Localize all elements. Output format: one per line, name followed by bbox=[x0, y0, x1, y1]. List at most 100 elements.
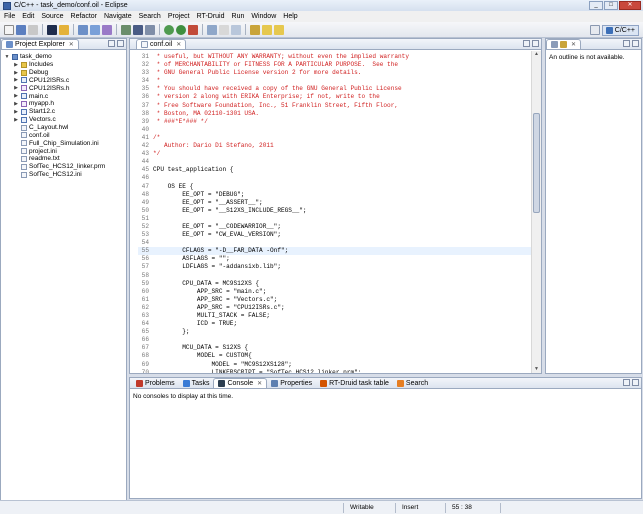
tab-console[interactable]: Console ✕ bbox=[213, 378, 268, 388]
open-perspective-icon[interactable] bbox=[589, 25, 600, 35]
code-line[interactable]: 58 bbox=[138, 272, 532, 280]
new-folder-icon[interactable] bbox=[90, 24, 100, 35]
code-line[interactable]: 32 * of MERCHANTABILITY or FITNESS FOR A… bbox=[138, 61, 532, 69]
search-icon[interactable] bbox=[133, 24, 143, 35]
code-line[interactable]: 66 bbox=[138, 336, 532, 344]
build-all-icon[interactable] bbox=[59, 24, 69, 35]
code-line[interactable]: 60 APP_SRC = "main.c"; bbox=[138, 288, 532, 296]
minimize-view-button[interactable] bbox=[108, 40, 115, 47]
code-line[interactable]: 64 ICD = TRUE; bbox=[138, 320, 532, 328]
tab-problems[interactable]: Problems bbox=[132, 378, 179, 388]
expand-arrow-icon[interactable]: ▶ bbox=[13, 70, 19, 76]
editor-scrollbar[interactable]: ▲ ▼ bbox=[531, 51, 541, 373]
expand-arrow-icon[interactable]: ▶ bbox=[13, 109, 19, 115]
code-line[interactable]: 41 /* bbox=[138, 134, 532, 142]
menu-edit[interactable]: Edit bbox=[22, 13, 34, 20]
scroll-up-icon[interactable]: ▲ bbox=[533, 51, 540, 58]
menu-file[interactable]: File bbox=[4, 13, 15, 20]
code-line[interactable]: 36 * version 2 along with ERIKA Enterpri… bbox=[138, 93, 532, 101]
code-line[interactable]: 68 MODEL = CUSTOM{ bbox=[138, 352, 532, 360]
code-line[interactable]: 50 EE_OPT = "__S12XS_INCLUDE_REGS__"; bbox=[138, 207, 532, 215]
code-line[interactable]: 53 EE_OPT = "CW_EVAL_VERSION"; bbox=[138, 231, 532, 239]
tab-project-explorer[interactable]: Project Explorer ✕ bbox=[1, 39, 79, 49]
toggle-block-icon[interactable] bbox=[231, 24, 241, 35]
minimize-view-button[interactable] bbox=[623, 379, 630, 386]
tree-item[interactable]: ▶ myapp.h bbox=[4, 100, 126, 108]
new-project-icon[interactable] bbox=[78, 24, 88, 35]
debug-icon[interactable] bbox=[164, 24, 174, 35]
tree-item[interactable]: ▼ task_demo bbox=[4, 53, 126, 61]
code-line[interactable]: 49 EE_OPT = "__ASSERT__"; bbox=[138, 199, 532, 207]
expand-arrow-icon[interactable]: ▶ bbox=[13, 77, 19, 83]
tree-item[interactable]: ▶ CPU12ISRs.c bbox=[4, 77, 126, 85]
tree-item[interactable]: Full_Chip_Simulation.ini bbox=[4, 139, 126, 147]
code-line[interactable]: 67 MCU_DATA = S12XS { bbox=[138, 344, 532, 352]
close-icon[interactable]: ✕ bbox=[69, 41, 74, 48]
code-line[interactable]: 48 EE_OPT = "DEBUG"; bbox=[138, 191, 532, 199]
code-line[interactable]: 61 APP_SRC = "Vectors.c"; bbox=[138, 296, 532, 304]
code-line[interactable]: 34 * bbox=[138, 77, 532, 85]
expand-arrow-icon[interactable]: ▶ bbox=[13, 117, 19, 123]
close-button[interactable]: ✕ bbox=[619, 1, 641, 10]
code-line[interactable]: 57 LDFLAGS = "-addansixb.lib"; bbox=[138, 263, 532, 271]
minimize-button[interactable]: _ bbox=[589, 1, 603, 10]
menu-rt-druid[interactable]: RT-Druid bbox=[197, 13, 225, 20]
editor-gutter[interactable] bbox=[130, 51, 138, 373]
menu-run[interactable]: Run bbox=[232, 13, 245, 20]
scroll-down-icon[interactable]: ▼ bbox=[533, 366, 540, 373]
close-icon[interactable]: ✕ bbox=[176, 41, 181, 48]
maximize-button[interactable]: □ bbox=[604, 1, 618, 10]
expand-arrow-icon[interactable]: ▶ bbox=[13, 93, 19, 99]
tab-conf-oil[interactable]: conf.oil ✕ bbox=[136, 39, 187, 49]
menu-window[interactable]: Window bbox=[251, 13, 276, 20]
maximize-view-button[interactable] bbox=[632, 40, 639, 47]
external-tools-icon[interactable] bbox=[188, 24, 198, 35]
tree-item[interactable]: ▶ Includes bbox=[4, 61, 126, 69]
close-icon[interactable]: ✕ bbox=[257, 380, 262, 387]
save-icon[interactable] bbox=[16, 24, 26, 35]
code-line[interactable]: 51 bbox=[138, 215, 532, 223]
open-type-icon[interactable] bbox=[145, 24, 155, 35]
maximize-view-button[interactable] bbox=[632, 379, 639, 386]
expand-arrow-icon[interactable]: ▶ bbox=[13, 101, 19, 107]
forward-icon[interactable] bbox=[274, 24, 284, 35]
scrollbar-thumb[interactable] bbox=[533, 113, 540, 213]
current-code-line[interactable]: 55 CFLAGS = "-D__FAR_DATA -Onf"; bbox=[138, 247, 532, 256]
tree-item[interactable]: ▶ Vectors.c bbox=[4, 116, 126, 124]
next-annotation-icon[interactable] bbox=[207, 24, 217, 35]
menu-navigate[interactable]: Navigate bbox=[104, 13, 132, 20]
tree-item[interactable]: SofTec_HCS12.ini bbox=[4, 171, 126, 179]
code-line[interactable]: 38 * Boston, MA 02110-1301 USA. bbox=[138, 110, 532, 118]
code-line[interactable]: 59 CPU_DATA = MC9S12XS { bbox=[138, 280, 532, 288]
code-line[interactable]: 52 EE_OPT = "__CODEWARRIOR__"; bbox=[138, 223, 532, 231]
expand-arrow-icon[interactable]: ▶ bbox=[13, 62, 19, 68]
code-line[interactable]: 56 ASFLAGS = ""; bbox=[138, 255, 532, 263]
close-icon[interactable]: ✕ bbox=[571, 41, 576, 48]
tab-tasks[interactable]: Tasks bbox=[179, 378, 214, 388]
maximize-view-button[interactable] bbox=[117, 40, 124, 47]
code-line[interactable]: 33 * GNU General Public License version … bbox=[138, 69, 532, 77]
tree-item[interactable]: ▶ Debug bbox=[4, 69, 126, 77]
tree-item[interactable]: conf.oil bbox=[4, 131, 126, 139]
tab-properties[interactable]: Properties bbox=[267, 378, 316, 388]
code-line[interactable]: 47 OS EE { bbox=[138, 183, 532, 191]
tree-item[interactable]: C_Layout.hwl bbox=[4, 124, 126, 132]
code-line[interactable]: 70 LINKERSCRIPT = "SofTec_HCS12_linker.p… bbox=[138, 369, 532, 373]
tree-item[interactable]: ▶ CPU12ISRs.h bbox=[4, 84, 126, 92]
mark-occurrences-icon[interactable] bbox=[219, 24, 229, 35]
code-line[interactable]: 43 */ bbox=[138, 150, 532, 158]
minimize-view-button[interactable] bbox=[623, 40, 630, 47]
build-icon[interactable] bbox=[47, 24, 57, 35]
code-line[interactable]: 62 APP_SRC = "CPU12ISRs.c"; bbox=[138, 304, 532, 312]
menu-help[interactable]: Help bbox=[283, 13, 297, 20]
print-icon[interactable] bbox=[28, 24, 38, 35]
prev-edit-icon[interactable] bbox=[250, 24, 260, 35]
code-line[interactable]: 35 * You should have received a copy of … bbox=[138, 85, 532, 93]
menu-project[interactable]: Project bbox=[168, 13, 190, 20]
code-line[interactable]: 40 bbox=[138, 126, 532, 134]
code-line[interactable]: 37 * Free Software Foundation, Inc., 51 … bbox=[138, 102, 532, 110]
target-icon[interactable] bbox=[121, 24, 131, 35]
menu-search[interactable]: Search bbox=[139, 13, 161, 20]
tab-search[interactable]: Search bbox=[393, 378, 432, 388]
code-line[interactable]: 54 bbox=[138, 239, 532, 247]
